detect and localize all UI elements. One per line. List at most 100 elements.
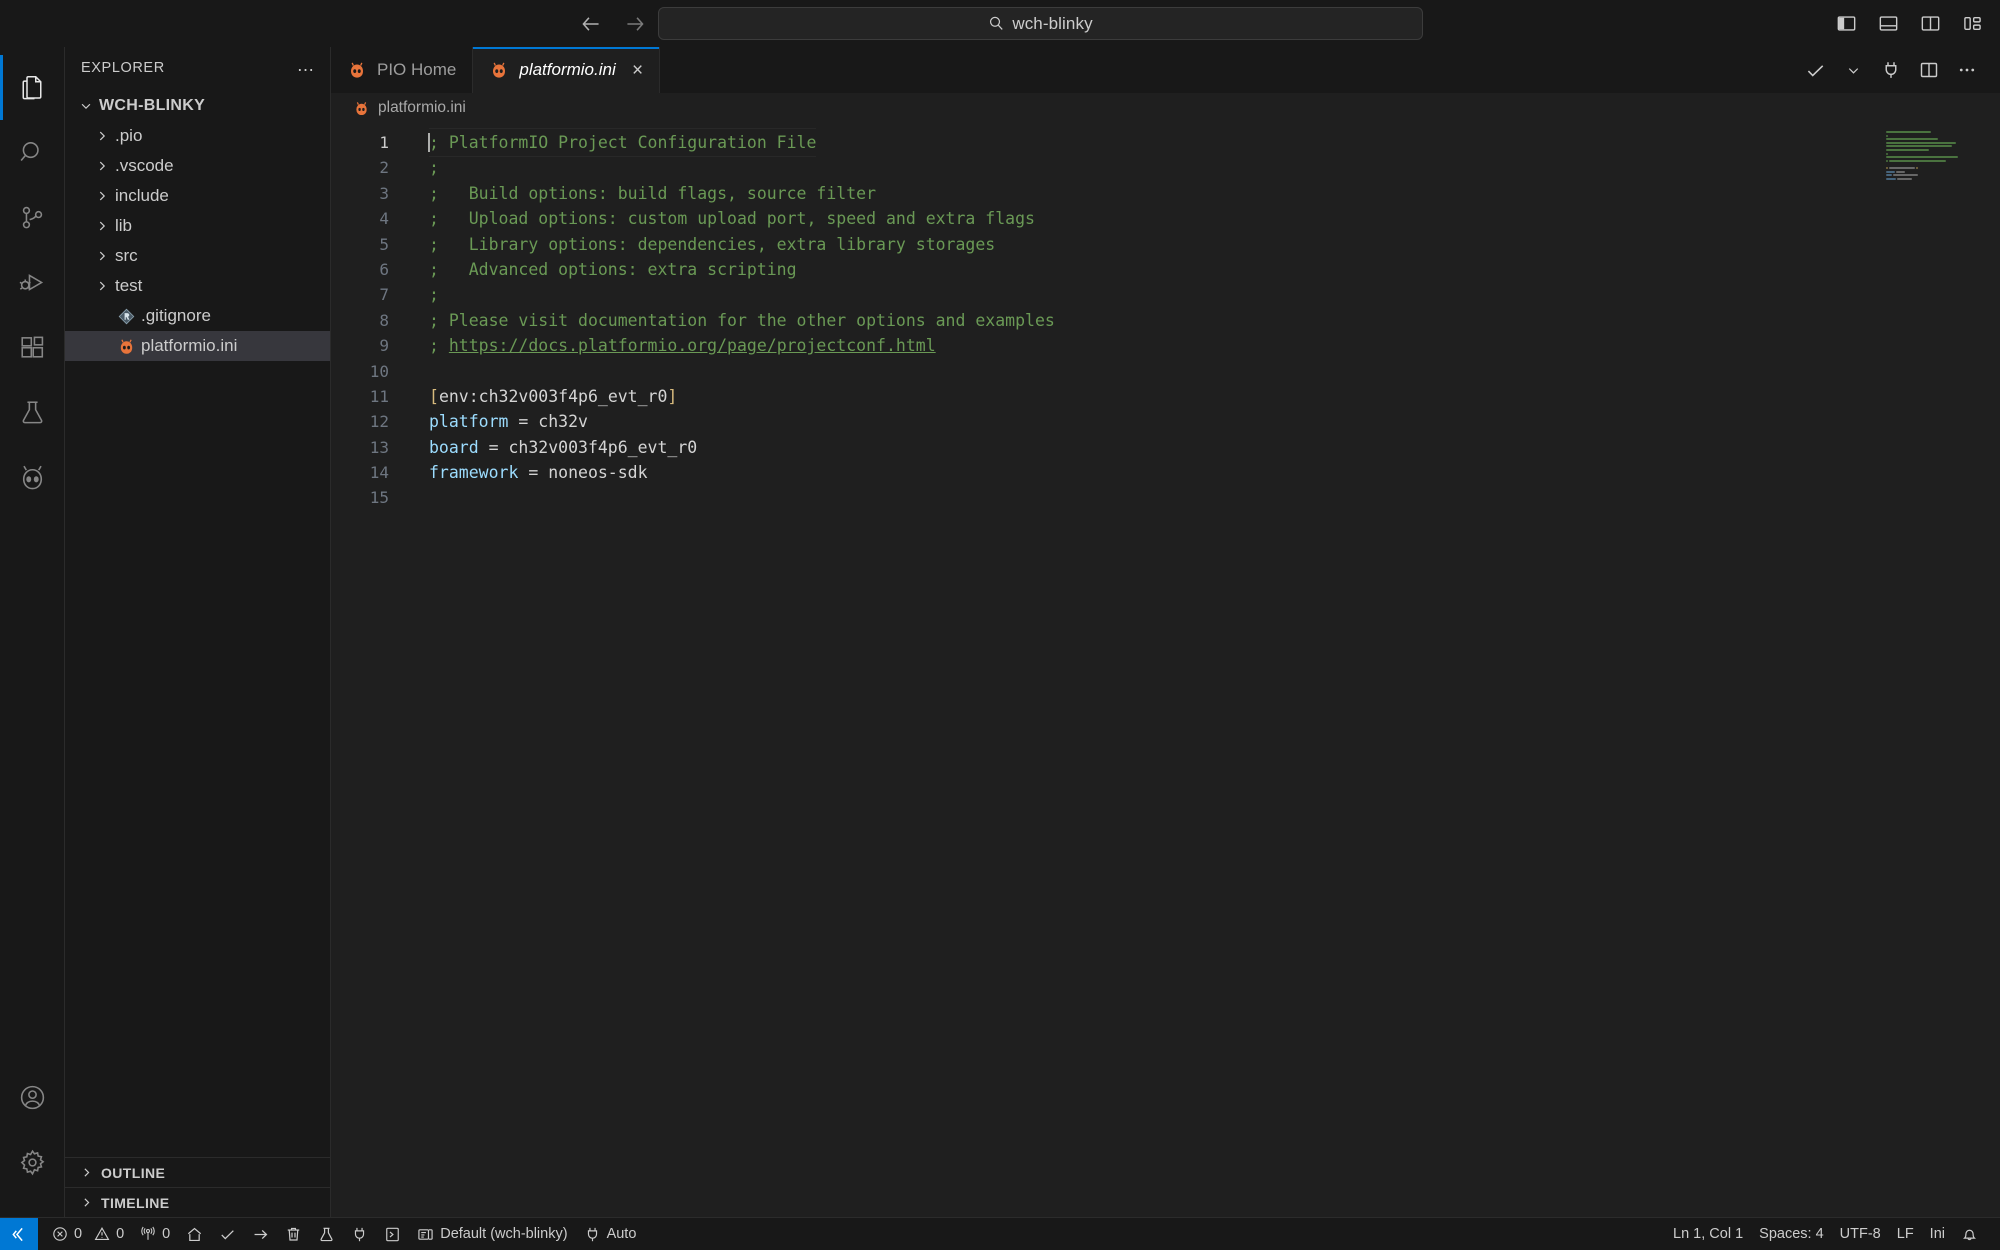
tree-item-pio[interactable]: .pio (65, 121, 330, 151)
line-number: 8 (379, 310, 389, 330)
status-bar-left: 0 0 0 Default (wch-blinky) Auto (38, 1218, 644, 1250)
tree-item-label: src (115, 246, 138, 265)
tree-item-src[interactable]: src (65, 241, 330, 271)
explorer-more-actions-icon[interactable]: … (297, 56, 317, 80)
tab-pio-home[interactable]: PIO Home (331, 47, 474, 93)
vscode-window: wch-blinky EXPLORER … WCH-BLINKY .pio .v… (0, 0, 2000, 1250)
code-line: 14 framework = noneos-sdk (331, 460, 2000, 485)
chevron-right-icon (91, 219, 113, 233)
tree-item-lib[interactable]: lib (65, 211, 330, 241)
split-editor-icon[interactable] (1918, 59, 1940, 81)
chevron-right-icon (75, 1196, 97, 1209)
code-token[interactable]: https://docs.platformio.org/page/project… (449, 336, 936, 355)
terminal-icon (384, 1226, 401, 1243)
status-notifications[interactable] (1953, 1218, 1986, 1250)
status-bar: 0 0 0 Default (wch-blinky) Auto Ln 1, Co… (0, 1217, 2000, 1250)
status-pio-project-env[interactable]: Default (wch-blinky) (409, 1218, 575, 1250)
status-editor-indentation[interactable]: Spaces: 4 (1751, 1218, 1832, 1250)
status-editor-eol[interactable]: LF (1889, 1218, 1922, 1250)
sidebar-item-platformio[interactable] (0, 445, 65, 510)
close-icon[interactable]: × (632, 61, 643, 80)
status-pio-ports[interactable]: 0 (132, 1218, 178, 1250)
sidebar-item-extensions[interactable] (0, 315, 65, 380)
ellipsis-icon[interactable] (1956, 59, 1978, 81)
timeline-section[interactable]: TIMELINE (65, 1187, 330, 1217)
tree-item-vscode[interactable]: .vscode (65, 151, 330, 181)
minimap[interactable] (1886, 131, 1984, 186)
editor-scrollbar[interactable] (1986, 123, 2000, 1217)
status-pio-clean[interactable] (277, 1218, 310, 1250)
radio-tower-icon (140, 1226, 156, 1242)
status-problems[interactable]: 0 0 (44, 1218, 132, 1250)
breadcrumb[interactable]: platformio.ini (331, 93, 2000, 123)
command-center-search[interactable]: wch-blinky (658, 7, 1423, 40)
minimap-token (1886, 148, 1929, 151)
line-number: 15 (369, 488, 389, 508)
back-button[interactable] (578, 11, 604, 37)
code-token: framework (429, 463, 519, 483)
minimap-line (1886, 148, 1984, 151)
gear-icon (18, 1148, 47, 1177)
chevron-right-icon (91, 189, 113, 203)
chevron-down-icon (75, 99, 97, 113)
status-pio-serial-monitor[interactable] (343, 1218, 376, 1250)
status-pio-build[interactable] (211, 1218, 244, 1250)
code-line: 4 ; Upload options: custom upload port, s… (331, 206, 2000, 231)
check-icon[interactable] (1804, 59, 1826, 81)
status-editor-language[interactable]: Ini (1922, 1218, 1953, 1250)
status-pio-port-auto[interactable]: Auto (576, 1218, 645, 1250)
code-editor[interactable]: 1 ; PlatformIO Project Configuration File… (331, 123, 2000, 1217)
code-text: framework = noneos-sdk (429, 460, 648, 485)
sidebar-item-testing[interactable] (0, 380, 65, 445)
outline-label: OUTLINE (101, 1164, 166, 1181)
status-pio-upload[interactable] (244, 1218, 277, 1250)
editor-tabs: PIO Home platformio.ini × (331, 47, 660, 93)
toggle-secondary-sidebar-icon[interactable] (1916, 10, 1944, 38)
sidebar-item-run-and-debug[interactable] (0, 250, 65, 315)
sidebar-item-search[interactable] (0, 120, 65, 185)
code-line: 3 ; Build options: build flags, source fi… (331, 181, 2000, 206)
workbench-body: EXPLORER … WCH-BLINKY .pio .vscode inclu… (0, 47, 2000, 1217)
chevron-down-icon[interactable] (1842, 59, 1864, 81)
line-number: 13 (369, 437, 389, 457)
minimap-line (1886, 181, 1984, 183)
customize-layout-icon[interactable] (1958, 10, 1986, 38)
status-editor-encoding[interactable]: UTF-8 (1832, 1218, 1889, 1250)
status-editor-position[interactable]: Ln 1, Col 1 (1665, 1218, 1751, 1250)
files-icon (17, 73, 47, 103)
trash-icon (285, 1226, 302, 1243)
accounts-button[interactable] (0, 1065, 65, 1130)
sidebar-item-explorer[interactable] (0, 55, 65, 120)
code-text: ; Upload options: custom upload port, sp… (429, 206, 1035, 231)
status-pio-terminal[interactable] (376, 1218, 409, 1250)
minimap-token (1886, 152, 1888, 155)
manage-settings-button[interactable] (0, 1130, 65, 1195)
code-line: 6 ; Advanced options: extra scripting (331, 257, 2000, 282)
tree-item-test[interactable]: test (65, 271, 330, 301)
toggle-primary-sidebar-icon[interactable] (1832, 10, 1860, 38)
forward-button[interactable] (622, 11, 648, 37)
sidebar-item-source-control[interactable] (0, 185, 65, 250)
chevron-right-icon (91, 249, 113, 263)
platformio-alien-icon (17, 462, 48, 493)
status-pio-home[interactable] (178, 1218, 211, 1250)
tree-root-wch-blinky[interactable]: WCH-BLINKY (65, 91, 330, 121)
tree-item-include[interactable]: include (65, 181, 330, 211)
minimap-line (1886, 163, 1984, 165)
status-pio-test[interactable] (310, 1218, 343, 1250)
search-input-value: wch-blinky (1012, 13, 1093, 33)
code-token: ; Build options: build flags, source fil… (429, 183, 877, 203)
bell-icon (1961, 1226, 1978, 1243)
minimap-token (1886, 138, 1938, 141)
warning-icon (94, 1226, 110, 1242)
code-text: ; Library options: dependencies, extra l… (429, 232, 995, 257)
check-icon (219, 1226, 236, 1243)
tab-platformio-ini[interactable]: platformio.ini × (473, 47, 660, 93)
outline-section[interactable]: OUTLINE (65, 1157, 330, 1187)
tree-item-platformio-ini[interactable]: platformio.ini (65, 331, 330, 361)
tree-item-gitignore[interactable]: .gitignore (65, 301, 330, 331)
remote-indicator[interactable] (0, 1217, 38, 1250)
plug-icon (584, 1226, 601, 1243)
toggle-panel-icon[interactable] (1874, 10, 1902, 38)
plug-icon[interactable] (1880, 59, 1902, 81)
